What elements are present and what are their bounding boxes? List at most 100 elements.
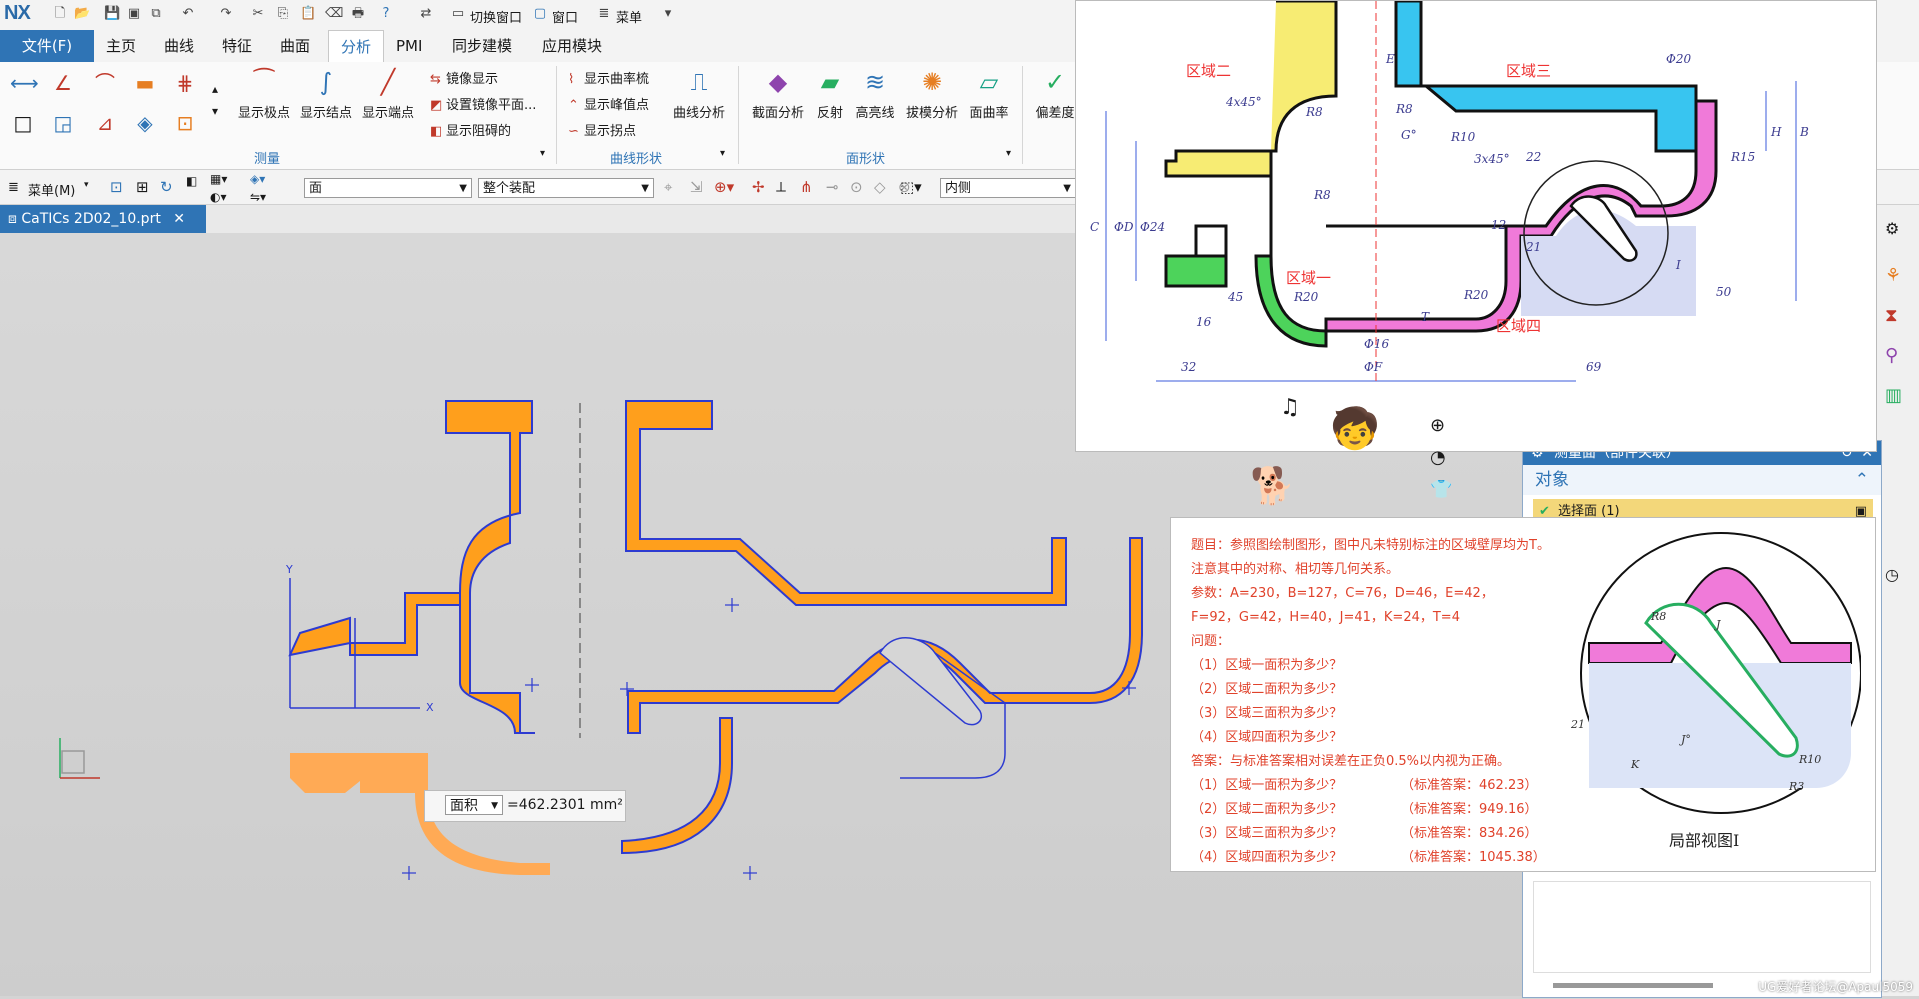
curve-analysis-button[interactable]: ⎍ 曲线分析	[668, 66, 730, 121]
tab-curve[interactable]: 曲线	[162, 30, 196, 62]
deviation-button[interactable]: ✓ 偏差度	[1030, 66, 1080, 121]
group-expand-icon[interactable]: ▾	[720, 148, 725, 159]
control-snap-icon[interactable]: ⋔	[800, 178, 813, 196]
measure-points-icon[interactable]: ⋕	[172, 70, 198, 96]
settings-icon[interactable]: ⚙	[1885, 219, 1899, 238]
set-mirror-plane-item[interactable]: ◩ 设置镜像平面...	[430, 94, 536, 113]
object-section-header[interactable]: 对象 ⌃	[1523, 465, 1881, 495]
measure-angle-icon[interactable]: ∠	[50, 70, 76, 96]
measure-type-dropdown[interactable]: 面积 ▼	[445, 795, 503, 815]
part-nav-icon[interactable]: ⚲	[1885, 345, 1898, 366]
tab-file[interactable]: 文件(F)	[0, 30, 94, 62]
show-poles-button[interactable]: ⁀ 显示极点	[234, 66, 294, 121]
new-file-icon[interactable]: 🗋	[52, 6, 68, 22]
measure-distance-icon[interactable]: ⟷	[10, 70, 39, 96]
switch-window-icon[interactable]: ▭	[450, 6, 466, 22]
chevron-down-icon[interactable]: ▾	[84, 180, 89, 190]
curvature-comb-item[interactable]: ⌇ 显示曲率梳	[568, 68, 649, 87]
scroll-down-icon[interactable]: ▾	[202, 98, 228, 124]
reuse-library-icon[interactable]: ▥	[1885, 385, 1902, 406]
selection-mode-dropdown[interactable]: 内侧 ▼	[940, 178, 1076, 198]
menu-button[interactable]: 菜单(M)	[28, 180, 75, 199]
open-file-icon[interactable]: 📂	[74, 6, 90, 22]
selection-filter-dropdown[interactable]: 面 ▼	[304, 178, 472, 198]
show-ends-button[interactable]: ╱ 显示端点	[358, 66, 418, 121]
zoom-icon[interactable]: ◔	[1430, 447, 1446, 468]
close-icon[interactable]: ✕	[173, 211, 185, 227]
rect-select-icon[interactable]: ⬚▾	[900, 178, 922, 196]
menu-button[interactable]: 菜单	[616, 7, 642, 26]
show-peaks-item[interactable]: ⌃ 显示峰值点	[568, 94, 649, 113]
min-radius-icon[interactable]: ⊡	[172, 110, 198, 136]
chevron-down-icon[interactable]: ▾	[660, 6, 676, 22]
snap-icon[interactable]: ⌖	[664, 178, 672, 196]
tab-analysis[interactable]: 分析	[328, 30, 384, 63]
geometry-props-icon[interactable]: ⊿	[92, 110, 118, 136]
chevron-up-icon[interactable]: ⌃	[1855, 465, 1869, 495]
center-snap-icon[interactable]: ⊙	[850, 178, 863, 196]
answer-question: （2）区域二面积为多少？	[1191, 802, 1343, 817]
tab-surface[interactable]: 曲面	[278, 30, 312, 62]
orient-icon[interactable]: ⇋▾	[250, 190, 266, 204]
view-cube-icon[interactable]: ◈▾	[250, 172, 265, 186]
snap-icon[interactable]: ⇲	[690, 178, 703, 196]
command-finder-icon[interactable]: ⇄	[418, 6, 434, 22]
layers-icon[interactable]: ▦▾	[210, 172, 227, 186]
constraint-nav-icon[interactable]: ⧗	[1885, 305, 1898, 326]
save-all-icon[interactable]: ⧉	[148, 6, 164, 22]
snap-view-icon[interactable]: ⊡	[110, 178, 123, 196]
dim-phi20: Φ20	[1666, 52, 1691, 66]
measure-body-icon[interactable]: ▬	[132, 70, 158, 96]
show-knots-button[interactable]: ∫ 显示结点	[296, 66, 356, 121]
face-curvature-button[interactable]: ▱ 面曲率	[964, 66, 1014, 121]
selection-scope-dropdown[interactable]: 整个装配 ▼	[478, 178, 654, 198]
highlight-lines-button[interactable]: ≋ 高亮线	[852, 66, 898, 121]
cut-icon[interactable]: ✂	[250, 6, 266, 22]
rotate-icon[interactable]: ↻	[160, 178, 173, 196]
mirror-display-item[interactable]: ⇆ 镜像显示	[430, 68, 498, 87]
mass-props-icon[interactable]: ◈	[132, 110, 158, 136]
tab-sync-modeling[interactable]: 同步建模	[450, 30, 514, 62]
fit-icon[interactable]: ⊞	[136, 178, 149, 196]
show-inflections-item[interactable]: ∽ 显示拐点	[568, 120, 636, 139]
paste-icon[interactable]: 📋	[300, 6, 316, 22]
tab-application[interactable]: 应用模块	[540, 30, 604, 62]
switch-window-button[interactable]: 切换窗口	[470, 7, 522, 26]
quadrant-snap-icon[interactable]: ◇	[874, 178, 886, 196]
render-style-icon[interactable]: ◧	[186, 174, 197, 188]
group-expand-icon[interactable]: ▾	[1006, 148, 1011, 159]
measure-length-icon[interactable]: ⌒	[92, 70, 118, 96]
pan-icon[interactable]: ⊕	[1430, 415, 1445, 436]
print-icon[interactable]: 🖶	[350, 6, 366, 22]
history-icon[interactable]: ◷	[1885, 565, 1899, 584]
reflection-button[interactable]: ▰ 反射	[812, 66, 848, 121]
tab-home[interactable]: 主页	[104, 30, 138, 62]
window-menu-button[interactable]: 窗口	[552, 7, 578, 26]
measure-result-tag[interactable]: 面积 ▼ =462.2301 mm²	[424, 790, 626, 822]
tab-feature[interactable]: 特征	[220, 30, 254, 62]
mid-snap-icon[interactable]: ⟂	[776, 178, 786, 196]
section-analysis-button[interactable]: ◆ 截面分析	[746, 66, 810, 121]
end-snap-icon[interactable]: ✢	[752, 178, 765, 196]
group-expand-icon[interactable]: ▾	[540, 148, 545, 159]
document-tab[interactable]: ⧈ CaTICs 2D02_10.prt ✕	[0, 205, 206, 233]
draft-analysis-button[interactable]: ✺ 拔模分析	[902, 66, 962, 121]
point-snap-icon[interactable]: ⊕▾	[714, 178, 734, 196]
delete-icon[interactable]: ⌫	[325, 6, 343, 22]
shirt-icon[interactable]: 👕	[1430, 479, 1452, 500]
local-radius-icon[interactable]: ◲	[50, 110, 76, 136]
save-as-icon[interactable]: ▣	[126, 6, 142, 22]
save-icon[interactable]: 💾	[104, 6, 120, 22]
intersect-snap-icon[interactable]: ⊸	[826, 178, 839, 196]
redo-icon[interactable]: ↷	[218, 6, 234, 22]
dim-B: B	[1799, 125, 1809, 139]
assembly-nav-icon[interactable]: ⚘	[1885, 265, 1901, 286]
shading-icon[interactable]: ◐▾	[210, 190, 227, 204]
measure-face-icon[interactable]: □	[10, 110, 36, 136]
dialog-scrollbar[interactable]	[1553, 983, 1713, 988]
copy-icon[interactable]: ⎘	[275, 6, 291, 22]
help-icon[interactable]: ?	[378, 6, 394, 22]
tab-pmi[interactable]: PMI	[394, 30, 424, 62]
show-block-item[interactable]: ◧ 显示阻碍的	[430, 120, 511, 139]
undo-icon[interactable]: ↶	[180, 6, 196, 22]
